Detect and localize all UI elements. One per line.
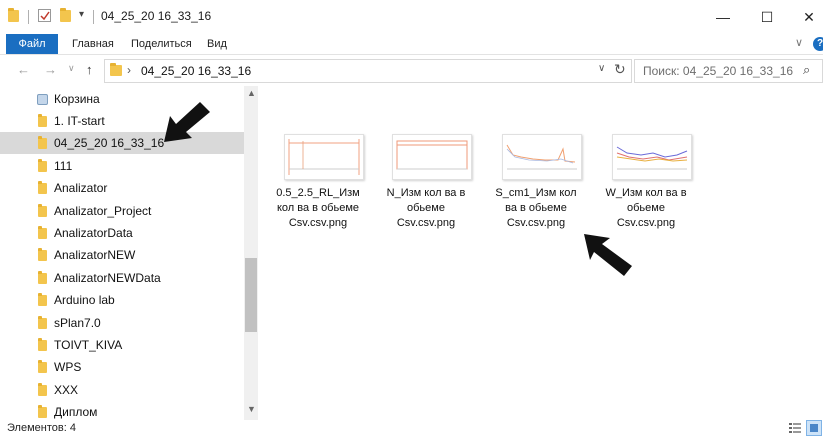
- recycle-bin-icon: [37, 94, 48, 105]
- separator: [28, 10, 29, 24]
- separator: [93, 10, 94, 24]
- qat-dropdown-icon[interactable]: ▾: [79, 9, 84, 20]
- nav-item-label: AnalizatorNEWData: [54, 271, 161, 285]
- nav-item-label: TOIVT_KIVA: [54, 338, 123, 352]
- nav-item-label: AnalizatorNEW: [54, 248, 136, 262]
- chevron-right-icon[interactable]: ›: [127, 63, 131, 77]
- search-placeholder: Поиск: 04_25_20 16_33_16: [643, 64, 794, 78]
- item-count: Элементов: 4: [7, 422, 76, 434]
- image-thumbnail: [284, 134, 364, 180]
- nav-item-folder[interactable]: AnalizatorNEW: [0, 244, 244, 266]
- search-input[interactable]: Поиск: 04_25_20 16_33_16 ⌕: [634, 59, 823, 83]
- nav-item-label: sPlan7.0: [54, 316, 101, 330]
- image-thumbnail: [392, 134, 472, 180]
- image-thumbnail: [502, 134, 582, 180]
- nav-item-label: XXX: [54, 383, 79, 397]
- search-icon[interactable]: ⌕: [803, 62, 810, 78]
- up-button[interactable]: ↑: [86, 62, 93, 77]
- folder-icon: [38, 248, 47, 261]
- folder-icon: [110, 63, 122, 76]
- scroll-thumb[interactable]: [245, 258, 257, 332]
- properties-icon[interactable]: [38, 9, 51, 22]
- nav-item-folder[interactable]: TOIVT_KIVA: [0, 334, 244, 356]
- folder-icon: [38, 226, 47, 239]
- folder-icon: [38, 293, 47, 306]
- file-name: S_cm1_Изм кол ва в обьеме Csv.csv.png: [495, 187, 577, 229]
- window-title: 04_25_20 16_33_16: [101, 9, 212, 23]
- tab-home[interactable]: Главная: [72, 34, 114, 54]
- nav-item-label: Корзина: [54, 92, 100, 106]
- annotation-arrow-icon: [164, 102, 210, 142]
- nav-item-folder[interactable]: Analizator_Project: [0, 200, 244, 222]
- nav-item-label: Analizator_Project: [54, 204, 152, 218]
- nav-item-folder[interactable]: WPS: [0, 356, 244, 378]
- nav-item-label: AnalizatorData: [54, 226, 133, 240]
- nav-item-folder[interactable]: Arduino lab: [0, 289, 244, 311]
- folder-icon: [38, 181, 47, 194]
- nav-item-folder[interactable]: Диплом: [0, 401, 244, 420]
- nav-item-label: 1. IT-start: [54, 114, 105, 128]
- folder-icon: [38, 383, 47, 396]
- address-path[interactable]: 04_25_20 16_33_16: [141, 64, 251, 78]
- recent-locations-icon[interactable]: ∨: [68, 63, 75, 74]
- folder-icon: [38, 136, 47, 149]
- large-icons-view-icon[interactable]: [806, 420, 822, 436]
- ribbon-tabs: Файл Главная Поделиться Вид ∨ ?: [0, 34, 823, 55]
- nav-item-folder[interactable]: AnalizatorData: [0, 222, 244, 244]
- nav-item-label: WPS: [54, 360, 82, 374]
- scroll-up-icon[interactable]: ▲: [247, 88, 256, 98]
- back-button[interactable]: ←: [17, 62, 30, 77]
- nav-item-label: 04_25_20 16_33_16: [54, 136, 165, 150]
- folder-icon: [38, 405, 47, 418]
- maximize-button[interactable]: ☐: [744, 4, 790, 30]
- close-button[interactable]: ✕: [786, 4, 823, 30]
- nav-item-label: Диплом: [54, 405, 98, 419]
- help-icon[interactable]: ?: [813, 37, 823, 51]
- file-name: W_Изм кол ва в обьеме Csv.csv.png: [605, 187, 687, 229]
- forward-button[interactable]: →: [44, 62, 57, 77]
- nav-item-label: Arduino lab: [54, 293, 115, 307]
- scroll-down-icon[interactable]: ▼: [247, 404, 256, 414]
- nav-item-label: 111: [54, 159, 73, 173]
- folder-icon: [38, 338, 47, 351]
- address-row: ← → ∨ ↑ › 04_25_20 16_33_16 ∨ ↻ Поиск: 0…: [0, 56, 823, 86]
- folder-icon: [38, 271, 47, 284]
- minimize-button[interactable]: —: [700, 4, 746, 30]
- nav-item-folder[interactable]: AnalizatorNEWData: [0, 267, 244, 289]
- folder-icon: [38, 114, 47, 127]
- folder-icon: [8, 8, 19, 22]
- nav-item-label: Analizator: [54, 181, 108, 195]
- nav-item-folder[interactable]: sPlan7.0: [0, 312, 244, 334]
- tab-view[interactable]: Вид: [207, 34, 227, 54]
- ribbon-expand-icon[interactable]: ∨: [795, 36, 803, 49]
- folder-icon: [38, 316, 47, 329]
- image-thumbnail: [612, 134, 692, 180]
- status-bar: Элементов: 4: [0, 420, 823, 438]
- file-name: 0.5_2.5_RL_Изм кол ва в обьеме Csv.csv.p…: [276, 187, 360, 229]
- nav-scrollbar[interactable]: ▲ ▼: [244, 86, 258, 420]
- nav-item-folder[interactable]: Analizator: [0, 177, 244, 199]
- nav-item-folder[interactable]: XXX: [0, 379, 244, 401]
- new-folder-icon[interactable]: [60, 8, 71, 22]
- details-view-icon[interactable]: [788, 421, 802, 435]
- folder-icon: [38, 204, 47, 217]
- title-bar: ▾ 04_25_20 16_33_16 — ☐ ✕: [0, 0, 823, 34]
- nav-item-folder[interactable]: 111: [0, 155, 244, 177]
- address-dropdown-icon[interactable]: ∨: [598, 63, 605, 74]
- tab-share[interactable]: Поделиться: [131, 34, 192, 54]
- annotation-arrow-icon: [584, 234, 632, 276]
- folder-icon: [38, 360, 47, 373]
- folder-icon: [38, 159, 47, 172]
- refresh-icon[interactable]: ↻: [614, 61, 626, 78]
- file-name: N_Изм кол ва в обьеме Csv.csv.png: [386, 187, 466, 229]
- address-bar[interactable]: › 04_25_20 16_33_16 ∨ ↻: [104, 59, 632, 83]
- tab-file[interactable]: Файл: [6, 34, 58, 54]
